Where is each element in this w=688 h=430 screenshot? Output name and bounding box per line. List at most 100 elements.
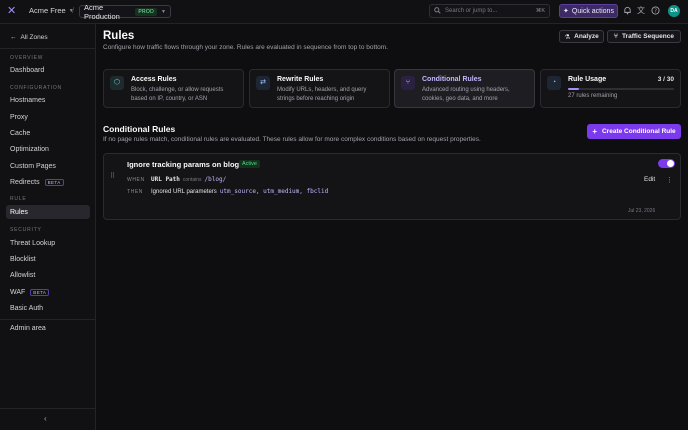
quick-actions-label: Quick actions — [571, 7, 614, 15]
sidebar-item-basic-auth[interactable]: Basic Auth — [6, 301, 90, 315]
translate-icon[interactable]: 文 — [636, 6, 646, 16]
search-shortcut: ⌘K — [535, 8, 545, 14]
more-options-icon[interactable]: ⋮ — [666, 176, 673, 184]
analyze-label: Analyze — [574, 33, 599, 40]
app-logo-icon[interactable]: ✕ — [7, 5, 19, 17]
sidebar-item-proxy[interactable]: Proxy — [6, 110, 90, 124]
zone-selector[interactable]: Acme Production PROD ▼ — [79, 2, 171, 21]
sidebar-item-hostnames[interactable]: Hostnames — [6, 93, 90, 107]
search-placeholder: Search or jump to... — [445, 8, 498, 14]
search-icon — [434, 6, 441, 16]
help-icon[interactable]: ? — [650, 6, 660, 16]
section-subtitle: If no page rules match, conditional rule… — [103, 136, 481, 143]
branch-icon: ⑂ — [614, 33, 618, 40]
avatar[interactable]: DA — [668, 5, 680, 17]
account-switcher[interactable]: Acme Free ▼ — [29, 6, 74, 15]
usage-remaining: 27 rules remaining — [568, 93, 618, 99]
sidebar-item-threat-lookup[interactable]: Threat Lookup — [6, 236, 90, 250]
search-input[interactable]: Search or jump to... ⌘K — [429, 4, 550, 18]
sidebar-item-label: Proxy — [10, 113, 28, 121]
sidebar-item-label: Hostnames — [10, 96, 46, 104]
shield-icon: ⬡ — [110, 76, 124, 90]
section-configuration: CONFIGURATION — [10, 85, 62, 91]
status-badge: Active — [239, 160, 260, 168]
zone-name: Acme Production — [84, 2, 120, 21]
sidebar-item-label: Dashboard — [10, 66, 45, 74]
sidebar-item-allowlist[interactable]: Allowlist — [6, 268, 90, 282]
sidebar-item-label: WAF — [10, 288, 26, 296]
card-title: Access Rules — [131, 76, 177, 83]
beta-badge: BETA — [44, 178, 64, 186]
sidebar-item-label: Threat Lookup — [10, 239, 56, 247]
traffic-sequence-label: Traffic Sequence — [621, 33, 674, 40]
rule-condition: URL Path contains /blog/ — [151, 176, 226, 183]
flask-icon: ⚗ — [564, 33, 571, 41]
edit-rule-button[interactable]: Edit — [644, 176, 655, 183]
page-subtitle: Configure how traffic flows through your… — [103, 44, 388, 51]
sidebar-item-cache[interactable]: Cache — [6, 126, 90, 140]
rule-action: Ignored URL parameters utm_source, utm_m… — [151, 188, 328, 195]
create-conditional-rule-button[interactable]: + Create Conditional Rule — [587, 124, 681, 139]
sidebar-item-blocklist[interactable]: Blocklist — [6, 252, 90, 266]
sidebar-item-waf[interactable]: WAF BETA — [6, 285, 90, 299]
beta-badge: BETA — [30, 288, 50, 296]
create-label: Create Conditional Rule — [601, 128, 676, 135]
sidebar-item-optimization[interactable]: Optimization — [6, 142, 90, 156]
when-label: WHEN — [127, 177, 145, 183]
sidebar-item-label: Redirects — [10, 178, 40, 186]
toggle-knob — [667, 160, 674, 167]
sidebar-item-label: Cache — [10, 129, 31, 137]
card-title: Rewrite Rules — [277, 76, 324, 83]
card-description: Modify URLs, headers, and query strings … — [277, 87, 367, 102]
rule-row: ⠿ Ignore tracking params on blog Active … — [103, 153, 681, 220]
divider — [0, 319, 96, 320]
arrow-left-icon: ← — [10, 34, 17, 41]
sidebar-item-rules[interactable]: Rules — [6, 205, 90, 219]
branch-icon: ⑂ — [401, 76, 415, 90]
sidebar-item-redirects[interactable]: Redirects BETA — [6, 175, 90, 189]
sidebar: ← All Zones OVERVIEW Dashboard CONFIGURA… — [0, 24, 96, 430]
back-label: All Zones — [20, 34, 48, 41]
card-description: Advanced routing using headers, cookies,… — [422, 87, 510, 102]
sidebar-item-custom-pages[interactable]: Custom Pages — [6, 159, 90, 173]
chevron-down-icon: ▼ — [161, 8, 166, 15]
section-overview: OVERVIEW — [10, 55, 44, 61]
sidebar-item-label: Optimization — [10, 145, 49, 153]
usage-progress-bar — [568, 88, 674, 90]
sidebar-item-dashboard[interactable]: Dashboard — [6, 63, 90, 77]
action-value: utm_source, utm_medium, fbclid — [219, 188, 329, 195]
condition-operator: contains — [182, 177, 202, 183]
condition-field: URL Path — [151, 176, 180, 183]
sidebar-item-label: Admin area — [10, 324, 46, 332]
account-name: Acme Free — [29, 6, 66, 15]
card-access-rules[interactable]: ⬡ Access Rules Block, challenge, or allo… — [103, 69, 244, 108]
analyze-button[interactable]: ⚗ Analyze — [559, 30, 604, 43]
traffic-sequence-button[interactable]: ⑂ Traffic Sequence — [607, 30, 681, 43]
section-title: Conditional Rules — [103, 124, 176, 134]
card-rule-usage: ◔ Rule Usage 3 / 30 27 rules remaining — [540, 69, 681, 108]
zone-env-badge: PROD — [135, 7, 158, 16]
quick-actions-button[interactable]: ✦ Quick actions — [559, 4, 618, 18]
sidebar-item-label: Rules — [10, 208, 28, 216]
drag-handle-icon[interactable]: ⠿ — [110, 172, 115, 180]
top-bar: ✕ Acme Free ▼ / Acme Production PROD ▼ S… — [0, 0, 688, 24]
card-conditional-rules[interactable]: ⑂ Conditional Rules Advanced routing usi… — [394, 69, 535, 108]
collapse-sidebar-icon[interactable]: ‹ — [44, 414, 47, 423]
usage-count: 3 / 30 — [657, 76, 674, 83]
usage-progress-fill — [568, 88, 579, 90]
section-rule: RULE — [10, 196, 27, 202]
page-title: Rules — [103, 30, 135, 42]
section-security: SECURITY — [10, 227, 42, 233]
sidebar-item-label: Custom Pages — [10, 162, 56, 170]
condition-value: /blog/ — [204, 176, 227, 183]
bell-icon[interactable] — [622, 6, 632, 16]
sidebar-item-admin-area[interactable]: Admin area — [6, 321, 90, 335]
back-to-zones-link[interactable]: ← All Zones — [10, 34, 48, 41]
card-rewrite-rules[interactable]: ⇄ Rewrite Rules Modify URLs, headers, an… — [249, 69, 390, 108]
action-name: Ignored URL parameters — [151, 189, 217, 195]
svg-text:?: ? — [654, 8, 657, 14]
rule-enabled-toggle[interactable] — [658, 159, 675, 168]
breadcrumb-separator: / — [72, 6, 75, 15]
sidebar-item-label: Blocklist — [10, 255, 36, 263]
divider — [0, 48, 96, 49]
